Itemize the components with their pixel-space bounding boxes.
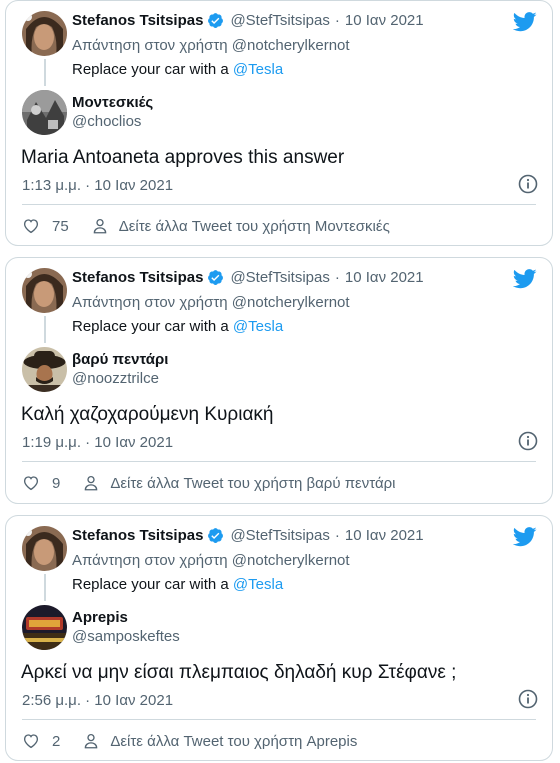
view-more-tweets-link[interactable]: Δείτε άλλα Tweet του χρήστη βαρύ πεντάρι — [82, 474, 396, 492]
view-more-label: Δείτε άλλα Tweet του χρήστη Aprepis — [110, 732, 358, 750]
replying-to-handle[interactable]: @notcherylkernot — [232, 552, 350, 569]
author-name[interactable]: Stefanos Tsitsipas — [72, 12, 203, 29]
person-icon — [93, 218, 106, 234]
like-button[interactable]: 75 — [22, 217, 69, 235]
thread-line — [44, 574, 46, 601]
author-row: Stefanos Tsitsipas @StefTsitsipas · 10 Ι… — [72, 12, 424, 29]
verified-badge-icon — [208, 270, 224, 285]
divider — [22, 461, 536, 462]
verified-badge-icon — [208, 13, 224, 28]
replying-to: Απάντηση στον χρήστη @notcherylkernot — [72, 552, 350, 569]
divider — [22, 204, 536, 205]
reply-author-name[interactable]: Μοντεσκιές — [72, 94, 153, 111]
heart-icon — [23, 734, 39, 749]
reply-author-handle[interactable]: @noozztrilce — [72, 370, 159, 387]
like-button[interactable]: 2 — [22, 732, 60, 750]
mention-link[interactable]: @Tesla — [233, 318, 283, 335]
heart-icon — [23, 476, 39, 491]
reply-text: Καλή χαζοχαρούμενη Κυριακή — [21, 404, 274, 425]
author-avatar[interactable] — [22, 526, 67, 571]
replying-to-label: Απάντηση στον χρήστη — [72, 294, 228, 311]
mention-link[interactable]: @Tesla — [233, 61, 283, 78]
reply-author-name[interactable]: Aprepis — [72, 609, 128, 626]
reply-text: Αρκεί να μην είσαι πλεμπαιος δηλαδή κυρ … — [21, 662, 457, 683]
tweet-card[interactable]: Stefanos Tsitsipas @StefTsitsipas · 10 Ι… — [5, 0, 553, 246]
replying-to-handle[interactable]: @notcherylkernot — [232, 294, 350, 311]
like-count: 9 — [52, 474, 61, 492]
thread-line — [44, 59, 46, 86]
reply-text: Maria Antoaneta approves this answer — [21, 147, 345, 168]
author-date[interactable]: 10 Ιαν 2021 — [345, 12, 424, 29]
divider — [22, 719, 536, 720]
separator-dot: · — [334, 269, 340, 286]
reply-timestamp[interactable]: 1:13 μ.μ. · 10 Ιαν 2021 — [22, 177, 173, 194]
parent-tweet-body: Replace your car with a — [72, 576, 229, 593]
info-icon[interactable] — [518, 689, 538, 709]
action-bar: 9 Δείτε άλλα Tweet του χρήστη βαρύ πεντά… — [22, 472, 396, 494]
author-name[interactable]: Stefanos Tsitsipas — [72, 269, 203, 286]
heart-icon — [23, 219, 39, 234]
info-icon[interactable] — [518, 174, 538, 194]
like-count: 75 — [52, 217, 69, 235]
info-icon[interactable] — [518, 431, 538, 451]
person-icon — [85, 475, 98, 491]
like-count: 2 — [52, 732, 61, 750]
thread-line — [44, 316, 46, 343]
person-icon — [85, 733, 98, 749]
tweet-card[interactable]: Stefanos Tsitsipas @StefTsitsipas · 10 Ι… — [5, 515, 553, 761]
parent-tweet-text: Replace your car with a @Tesla — [72, 318, 283, 335]
tweet-card[interactable]: Stefanos Tsitsipas @StefTsitsipas · 10 Ι… — [5, 257, 553, 504]
replying-to-label: Απάντηση στον χρήστη — [72, 552, 228, 569]
view-more-label: Δείτε άλλα Tweet του χρήστη Μοντεσκιές — [118, 217, 390, 235]
reply-timestamp[interactable]: 2:56 μ.μ. · 10 Ιαν 2021 — [22, 692, 173, 709]
view-more-tweets-link[interactable]: Δείτε άλλα Tweet του χρήστη Μοντεσκιές — [91, 217, 390, 235]
reply-timestamp[interactable]: 1:19 μ.μ. · 10 Ιαν 2021 — [22, 434, 173, 451]
parent-tweet-text: Replace your car with a @Tesla — [72, 576, 283, 593]
parent-tweet-body: Replace your car with a — [72, 318, 229, 335]
reply-author-avatar[interactable] — [22, 90, 67, 135]
separator-dot: · — [334, 527, 340, 544]
action-bar: 75 Δείτε άλλα Tweet του χρήστη Μοντεσκιέ… — [22, 215, 390, 237]
mention-link[interactable]: @Tesla — [233, 576, 283, 593]
author-date[interactable]: 10 Ιαν 2021 — [345, 269, 424, 286]
author-avatar[interactable] — [22, 11, 67, 56]
verified-badge-icon — [208, 528, 224, 543]
author-avatar[interactable] — [22, 268, 67, 313]
like-button[interactable]: 9 — [22, 474, 60, 492]
view-more-tweets-link[interactable]: Δείτε άλλα Tweet του χρήστη Aprepis — [82, 732, 357, 750]
reply-author-avatar[interactable] — [22, 605, 67, 650]
author-handle[interactable]: @StefTsitsipas — [230, 269, 329, 286]
parent-tweet-text: Replace your car with a @Tesla — [72, 61, 283, 78]
view-more-label: Δείτε άλλα Tweet του χρήστη βαρύ πεντάρι — [110, 474, 396, 492]
reply-author-name[interactable]: βαρύ πεντάρι — [72, 351, 168, 368]
author-name[interactable]: Stefanos Tsitsipas — [72, 527, 203, 544]
twitter-bird-icon[interactable] — [513, 527, 537, 547]
twitter-bird-icon[interactable] — [513, 12, 537, 32]
author-handle[interactable]: @StefTsitsipas — [230, 12, 329, 29]
replying-to: Απάντηση στον χρήστη @notcherylkernot — [72, 37, 350, 54]
reply-author-avatar[interactable] — [22, 347, 67, 392]
parent-tweet-body: Replace your car with a — [72, 61, 229, 78]
separator-dot: · — [334, 12, 340, 29]
author-date[interactable]: 10 Ιαν 2021 — [345, 527, 424, 544]
replying-to-handle[interactable]: @notcherylkernot — [232, 37, 350, 54]
replying-to: Απάντηση στον χρήστη @notcherylkernot — [72, 294, 350, 311]
reply-author-handle[interactable]: @samposkeftes — [72, 628, 180, 645]
author-row: Stefanos Tsitsipas @StefTsitsipas · 10 Ι… — [72, 269, 424, 286]
reply-author-handle[interactable]: @choclios — [72, 113, 141, 130]
twitter-bird-icon[interactable] — [513, 269, 537, 289]
author-row: Stefanos Tsitsipas @StefTsitsipas · 10 Ι… — [72, 527, 424, 544]
author-handle[interactable]: @StefTsitsipas — [230, 527, 329, 544]
action-bar: 2 Δείτε άλλα Tweet του χρήστη Aprepis — [22, 730, 357, 752]
replying-to-label: Απάντηση στον χρήστη — [72, 37, 228, 54]
